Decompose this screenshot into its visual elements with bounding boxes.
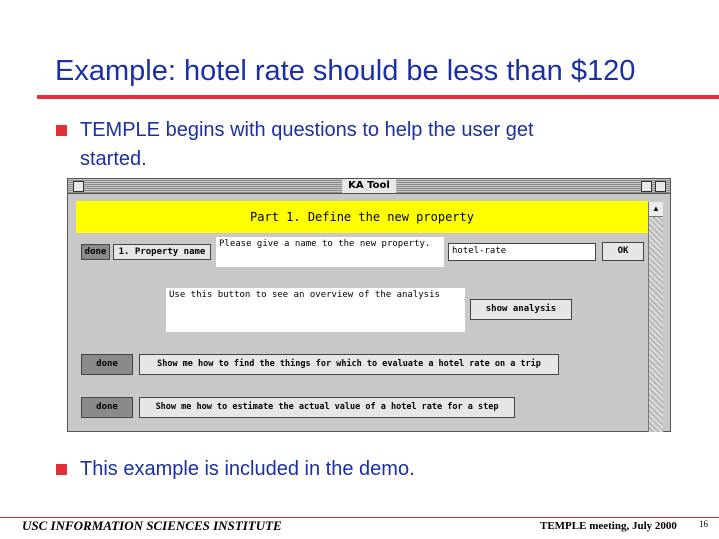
estimate-value-button[interactable]: Show me how to estimate the actual value… [139, 397, 515, 418]
done-button[interactable]: done [81, 244, 110, 260]
ka-tool-window: KA Tool Part 1. Define the new property … [67, 178, 671, 432]
ok-button[interactable]: OK [602, 242, 644, 261]
property-name-button[interactable]: 1. Property name [113, 244, 211, 260]
section-header: Part 1. Define the new property [76, 201, 648, 233]
property-name-input[interactable]: hotel-rate [448, 243, 596, 261]
vertical-scrollbar[interactable]: ▲ [648, 202, 663, 432]
window-titlebar[interactable]: KA Tool [68, 179, 670, 194]
window-content: Part 1. Define the new property done 1. … [76, 201, 648, 431]
slide-title: Example: hotel rate should be less than … [55, 55, 636, 87]
window-title: KA Tool [342, 179, 396, 193]
close-box-icon[interactable] [73, 181, 84, 192]
collapse-box-icon[interactable] [655, 181, 666, 192]
footer-meeting: TEMPLE meeting, July 2000 [540, 520, 677, 532]
bullet-square-icon [56, 125, 67, 136]
analysis-prompt: Use this button to see an overview of th… [166, 288, 465, 332]
footer-institute: USC INFORMATION SCIENCES INSTITUTE [22, 518, 282, 533]
show-analysis-button[interactable]: show analysis [470, 299, 572, 320]
done-button[interactable]: done [81, 354, 133, 375]
bullet-1-line-2: started. [80, 148, 147, 170]
zoom-box-icon[interactable] [641, 181, 652, 192]
bullet-square-icon [56, 464, 67, 475]
done-button[interactable]: done [81, 397, 133, 418]
title-divider [37, 95, 719, 99]
page-number: 16 [699, 519, 708, 529]
up-arrow-icon[interactable]: ▲ [649, 202, 663, 217]
property-name-prompt: Please give a name to the new property. [216, 237, 444, 267]
find-things-button[interactable]: Show me how to find the things for which… [139, 354, 559, 375]
bullet-2-line-1: This example is included in the demo. [80, 458, 415, 480]
bullet-1-line-1: TEMPLE begins with questions to help the… [80, 119, 534, 141]
